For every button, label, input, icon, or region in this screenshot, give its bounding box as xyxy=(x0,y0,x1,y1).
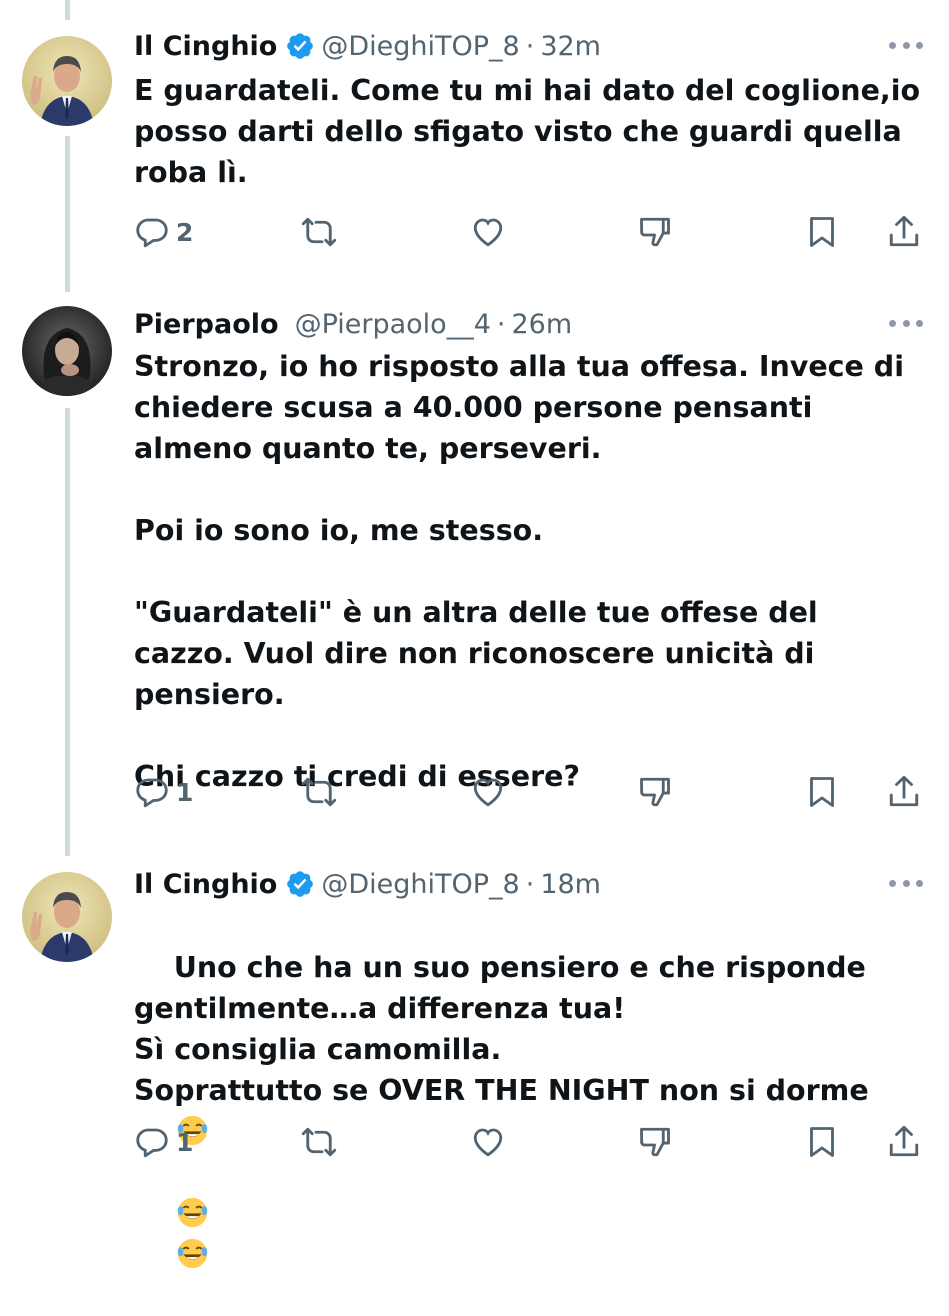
retweet-button[interactable] xyxy=(301,772,337,812)
separator: · xyxy=(496,308,506,340)
action-bar: 1 xyxy=(134,1122,924,1162)
reply-button[interactable]: 1 xyxy=(134,1122,193,1162)
more-options-icon[interactable] xyxy=(889,878,923,888)
bookmark-button[interactable] xyxy=(804,212,840,252)
verified-badge-icon xyxy=(287,33,314,59)
timestamp[interactable]: 26m xyxy=(511,309,572,340)
timestamp[interactable]: 32m xyxy=(540,31,601,62)
handle[interactable]: @DieghiTOP_8 xyxy=(321,31,519,62)
tweet-header: Il Cinghio @DieghiTOP_8 · 32m xyxy=(134,26,601,66)
retweet-button[interactable] xyxy=(301,1122,337,1162)
laughing-tears-emoji-icon xyxy=(177,1197,207,1228)
dislike-button[interactable] xyxy=(637,1122,673,1162)
retweet-button[interactable] xyxy=(301,212,337,252)
tweet[interactable]: Il Cinghio @DieghiTOP_8 · 32m E guardate… xyxy=(0,0,949,290)
action-bar: 2 xyxy=(134,212,924,252)
reply-count: 1 xyxy=(176,777,194,807)
share-icon xyxy=(889,775,919,807)
bookmark-button[interactable] xyxy=(804,1122,840,1162)
dislike-button[interactable] xyxy=(637,772,673,812)
share-button[interactable] xyxy=(886,1122,922,1162)
bookmark-icon xyxy=(810,777,834,807)
share-icon xyxy=(889,215,919,247)
display-name[interactable]: Pierpaolo xyxy=(134,309,279,340)
heart-icon xyxy=(473,1128,503,1157)
reply-icon xyxy=(136,778,168,808)
heart-icon xyxy=(473,778,503,807)
share-button[interactable] xyxy=(886,212,922,252)
separator: · xyxy=(525,30,535,62)
tweet-header: Pierpaolo @Pierpaolo__4 · 26m xyxy=(134,304,572,344)
like-button[interactable] xyxy=(470,772,506,812)
more-options-icon[interactable] xyxy=(889,40,923,50)
reply-icon xyxy=(136,218,168,248)
bookmark-icon xyxy=(810,1127,834,1157)
reply-icon xyxy=(136,1128,168,1158)
timestamp[interactable]: 18m xyxy=(540,869,601,900)
tweet-text: Stronzo, io ho risposto alla tua offesa.… xyxy=(134,350,904,793)
display-name[interactable]: Il Cinghio xyxy=(134,869,277,900)
share-button[interactable] xyxy=(886,772,922,812)
avatar[interactable] xyxy=(22,872,112,962)
reply-count: 2 xyxy=(176,217,194,247)
heart-icon xyxy=(473,218,503,247)
tweet-header: Il Cinghio @DieghiTOP_8 · 18m xyxy=(134,864,601,904)
thumbs-down-icon xyxy=(640,1127,670,1157)
bookmark-icon xyxy=(810,217,834,247)
tweet-text: Uno che ha un suo pensiero e che rispond… xyxy=(134,951,869,1107)
laughing-tears-emoji-icon xyxy=(177,1238,207,1269)
tweet-text: E guardateli. Come tu mi hai dato del co… xyxy=(134,74,931,189)
separator: · xyxy=(525,868,535,900)
avatar[interactable] xyxy=(22,306,112,396)
reply-button[interactable]: 2 xyxy=(134,212,193,252)
verified-badge-icon xyxy=(287,871,314,897)
bookmark-button[interactable] xyxy=(804,772,840,812)
thumbs-down-icon xyxy=(640,777,670,807)
retweet-icon xyxy=(301,777,337,807)
action-bar: 1 xyxy=(134,772,924,812)
thumbs-down-icon xyxy=(640,217,670,247)
tweet[interactable]: Il Cinghio @DieghiTOP_8 · 18m Uno che ha… xyxy=(0,850,949,1269)
dislike-button[interactable] xyxy=(637,212,673,252)
reply-count: 1 xyxy=(176,1127,194,1157)
retweet-icon xyxy=(301,217,337,247)
share-icon xyxy=(889,1125,919,1157)
more-options-icon[interactable] xyxy=(889,318,923,328)
avatar[interactable] xyxy=(22,36,112,126)
handle[interactable]: @DieghiTOP_8 xyxy=(321,869,519,900)
display-name[interactable]: Il Cinghio xyxy=(134,31,277,62)
reply-button[interactable]: 1 xyxy=(134,772,193,812)
like-button[interactable] xyxy=(470,1122,506,1162)
tweet-text-container: Uno che ha un suo pensiero e che rispond… xyxy=(134,906,924,1316)
handle[interactable]: @Pierpaolo__4 xyxy=(295,309,491,340)
like-button[interactable] xyxy=(470,212,506,252)
retweet-icon xyxy=(301,1127,337,1157)
tweet[interactable]: Pierpaolo @Pierpaolo__4 · 26m Stronzo, i… xyxy=(0,290,949,850)
